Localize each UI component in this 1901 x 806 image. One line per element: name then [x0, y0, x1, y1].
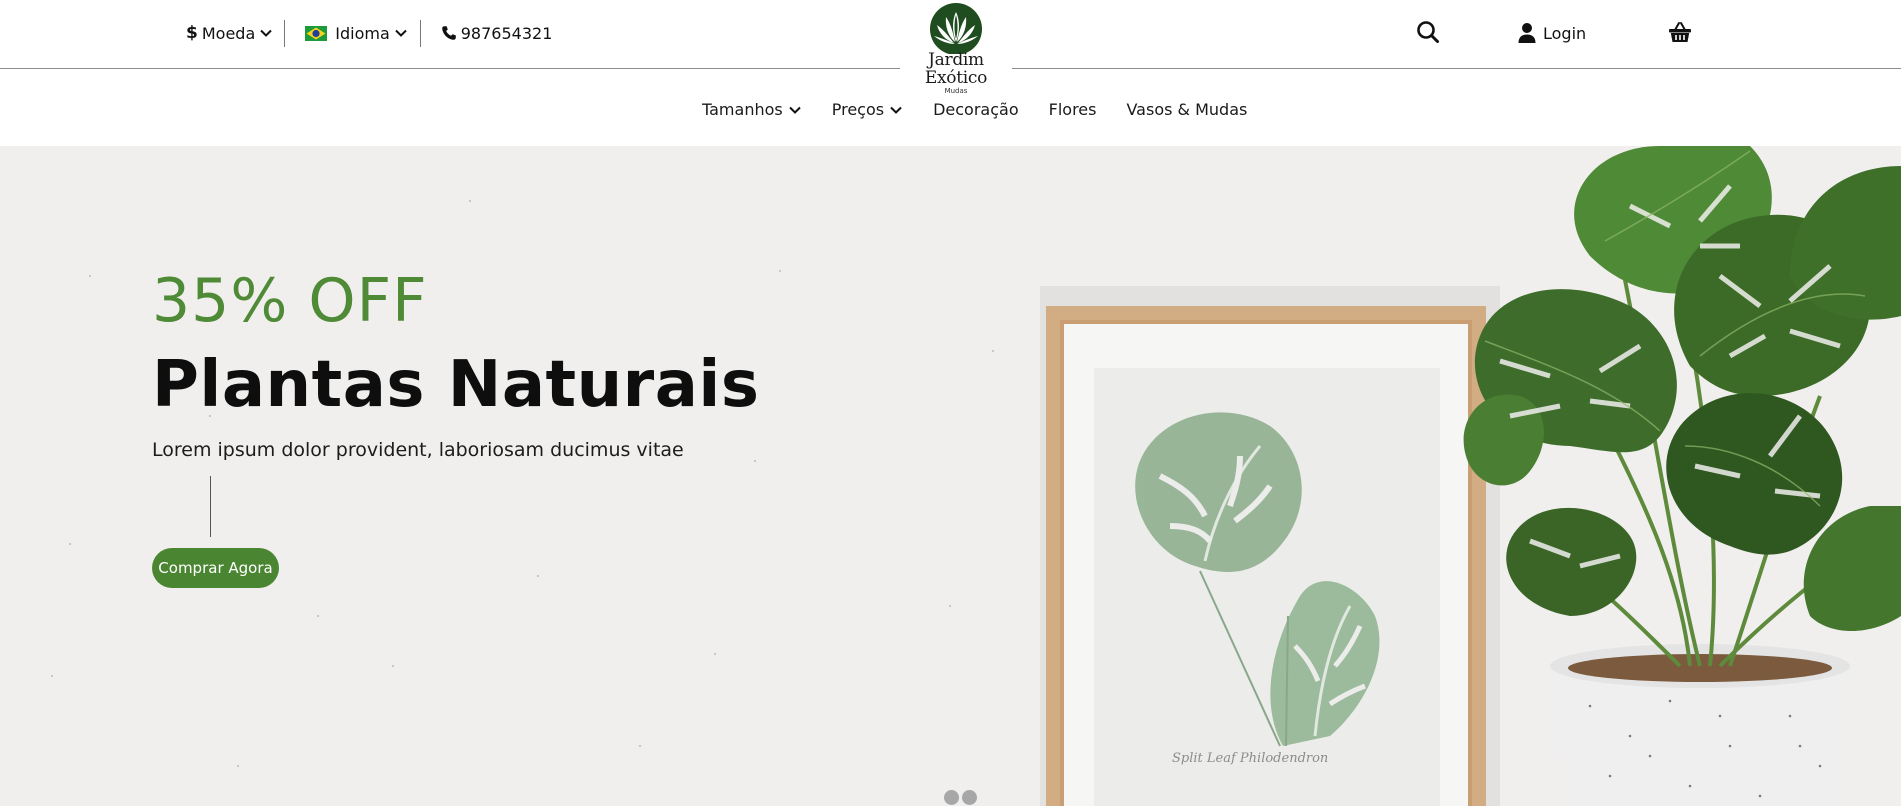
carousel-dot[interactable] [944, 790, 959, 805]
basket-icon [1669, 22, 1691, 42]
hero-subline: Lorem ipsum dolor provident, laboriosam … [152, 439, 684, 461]
decorative-line [210, 476, 211, 537]
language-label: Idioma [335, 23, 390, 43]
planter-pot [1550, 644, 1850, 806]
nav-item-label: Preços [831, 100, 885, 119]
brand-logo[interactable]: Jardim Exótico Mudas [900, 2, 1012, 95]
hero-banner: 35% OFF Plantas Naturais Lorem ipsum dol… [0, 146, 1901, 806]
brand-subtitle: Mudas [944, 87, 968, 95]
lotus-logo-icon [930, 3, 982, 54]
search-button[interactable] [1416, 18, 1440, 48]
nav-item-decoracao[interactable]: Decoração [933, 100, 1019, 119]
nav-item-vasos-mudas[interactable]: Vasos & Mudas [1126, 100, 1247, 119]
nav-item-label: Decoração [933, 100, 1019, 119]
divider [284, 19, 286, 47]
nav-item-label: Flores [1048, 100, 1097, 119]
divider [419, 19, 421, 47]
brazil-flag-icon [305, 25, 328, 41]
user-icon [1518, 23, 1536, 43]
hero-headline: Plantas Naturais [152, 348, 760, 422]
currency-label: Moeda [201, 23, 256, 43]
phone-link[interactable]: 987654321 [441, 23, 553, 43]
chevron-down-icon [395, 29, 407, 37]
promo-text: 35% OFF [152, 266, 428, 336]
nav-menu: Tamanhos Preços Decoração Flores Vasos &… [702, 100, 1247, 119]
phone-number: 987654321 [460, 23, 553, 43]
monstera-plant [1463, 146, 1901, 668]
nav-item-tamanhos[interactable]: Tamanhos [702, 100, 802, 119]
carousel-dot[interactable] [962, 790, 977, 805]
cart-button[interactable] [1668, 18, 1692, 48]
currency-selector[interactable]: $ Moeda [186, 23, 273, 43]
hero-illustration: Split Leaf Philodendron [1040, 146, 1901, 806]
nav-item-label: Tamanhos [702, 100, 783, 119]
login-label: Login [1543, 23, 1587, 43]
frame-caption: Split Leaf Philodendron [1172, 751, 1328, 766]
nav-item-precos[interactable]: Preços [832, 100, 903, 119]
chevron-down-icon [260, 29, 272, 37]
top-bar-left: $ Moeda Idioma 987654321 [186, 19, 552, 47]
search-icon [1417, 21, 1439, 43]
login-button[interactable]: Login [1518, 18, 1586, 48]
language-selector[interactable]: Idioma [305, 24, 408, 43]
nav-item-flores[interactable]: Flores [1049, 100, 1097, 119]
dollar-icon: $ [186, 23, 198, 43]
nav-item-label: Vasos & Mudas [1126, 100, 1248, 119]
chevron-down-icon [890, 106, 902, 114]
brand-name: Jardim Exótico [924, 50, 988, 88]
shop-now-button[interactable]: Comprar Agora [152, 548, 279, 588]
carousel-dots [944, 790, 977, 805]
phone-icon [441, 26, 456, 40]
chevron-down-icon [789, 106, 801, 114]
